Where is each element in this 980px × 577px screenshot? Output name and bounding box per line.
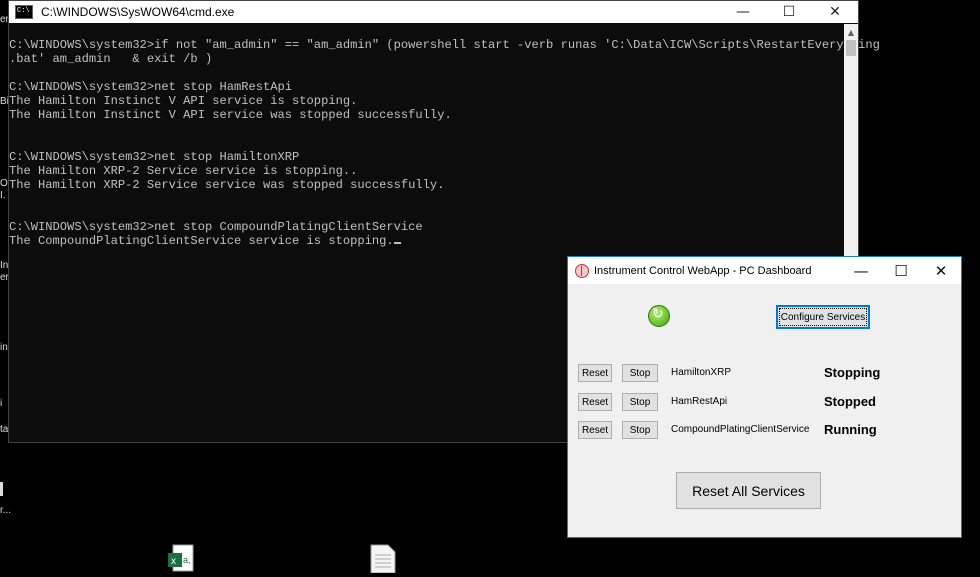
scroll-up-icon[interactable]: ▲ (844, 24, 858, 40)
console-line: The Hamilton Instinct V API service is s… (9, 94, 358, 108)
cmd-title-bar[interactable]: C:\WINDOWS\SysWOW64\cmd.exe — ☐ ✕ (9, 1, 858, 23)
stop-service-button[interactable]: Stop (622, 364, 658, 382)
text-file-icon[interactable] (368, 543, 398, 574)
reset-all-services-button[interactable]: Reset All Services (676, 472, 821, 509)
console-line: C:\WINDOWS\system32>net stop CompoundPla… (9, 220, 423, 234)
minimize-icon: — (736, 4, 750, 20)
desktop-label-fragment: i (0, 398, 3, 409)
cmd-window-title: C:\WINDOWS\SysWOW64\cmd.exe (41, 5, 235, 19)
console-line: C:\WINDOWS\system32>net stop HamRestApi (9, 80, 293, 94)
close-icon: ✕ (829, 4, 841, 20)
console-line: The Hamilton XRP-2 Service service is st… (9, 164, 358, 178)
console-line: The Hamilton XRP-2 Service service was s… (9, 178, 445, 192)
maximize-button[interactable]: ☐ (881, 257, 921, 284)
svg-text:x: x (171, 556, 176, 567)
configure-services-button[interactable]: Configure Services (776, 305, 870, 329)
console-line-text: The CompoundPlatingClientService service… (9, 234, 394, 248)
minimize-icon: — (853, 261, 869, 280)
svg-text:a,: a, (183, 555, 191, 565)
desktop-label-fragment: r... (0, 505, 12, 516)
text-cursor (393, 242, 401, 244)
service-row: Reset Stop HamRestApi Stopped (578, 393, 948, 411)
reset-service-button[interactable]: Reset (578, 421, 612, 439)
service-name: HamRestApi (671, 396, 728, 407)
desktop-file-icon[interactable] (0, 482, 3, 496)
stop-service-button[interactable]: Stop (622, 421, 658, 439)
dashboard-window-title: Instrument Control WebApp - PC Dashboard (594, 264, 812, 277)
stop-service-button[interactable]: Stop (622, 393, 658, 411)
console-line: C:\WINDOWS\system32>if not "am_admin" ==… (9, 38, 880, 52)
close-button[interactable]: ✕ (812, 1, 858, 23)
dashboard-window[interactable]: Instrument Control WebApp - PC Dashboard… (567, 256, 962, 538)
brain-icon (575, 263, 589, 278)
scrollbar-thumb[interactable] (846, 40, 856, 56)
console-line: C:\WINDOWS\system32>net stop HamiltonXRP (9, 150, 300, 164)
console-line: .bat' am_admin & exit /b ) (9, 52, 213, 66)
maximize-button[interactable]: ☐ (766, 1, 812, 23)
desktop-label-fragment: in (0, 342, 8, 353)
service-status: Stopping (824, 365, 881, 380)
excel-file-icon[interactable]: x a, (167, 543, 197, 573)
maximize-icon: ☐ (782, 4, 796, 20)
close-icon: ✕ (934, 261, 948, 280)
reset-service-button[interactable]: Reset (578, 364, 612, 382)
console-line: The Hamilton Instinct V API service was … (9, 108, 452, 122)
console-line-current: The CompoundPlatingClientService service… (9, 234, 844, 248)
maximize-icon: ☐ (894, 261, 908, 280)
minimize-button[interactable]: — (720, 1, 766, 23)
cmd-app-icon (15, 5, 33, 19)
service-name: CompoundPlatingClientService (671, 424, 810, 435)
desktop-label-fragment: I. (0, 190, 6, 201)
minimize-button[interactable]: — (841, 257, 881, 284)
service-name: HamiltonXRP (671, 367, 732, 378)
service-status: Stopped (824, 394, 876, 409)
service-row: Reset Stop CompoundPlatingClientService … (578, 421, 948, 439)
service-status: Running (824, 422, 877, 437)
reset-service-button[interactable]: Reset (578, 393, 612, 411)
close-button[interactable]: ✕ (921, 257, 961, 284)
service-row: Reset Stop HamiltonXRP Stopping (578, 364, 948, 382)
dashboard-title-bar[interactable]: Instrument Control WebApp - PC Dashboard… (568, 257, 961, 284)
refresh-icon[interactable] (648, 305, 670, 327)
